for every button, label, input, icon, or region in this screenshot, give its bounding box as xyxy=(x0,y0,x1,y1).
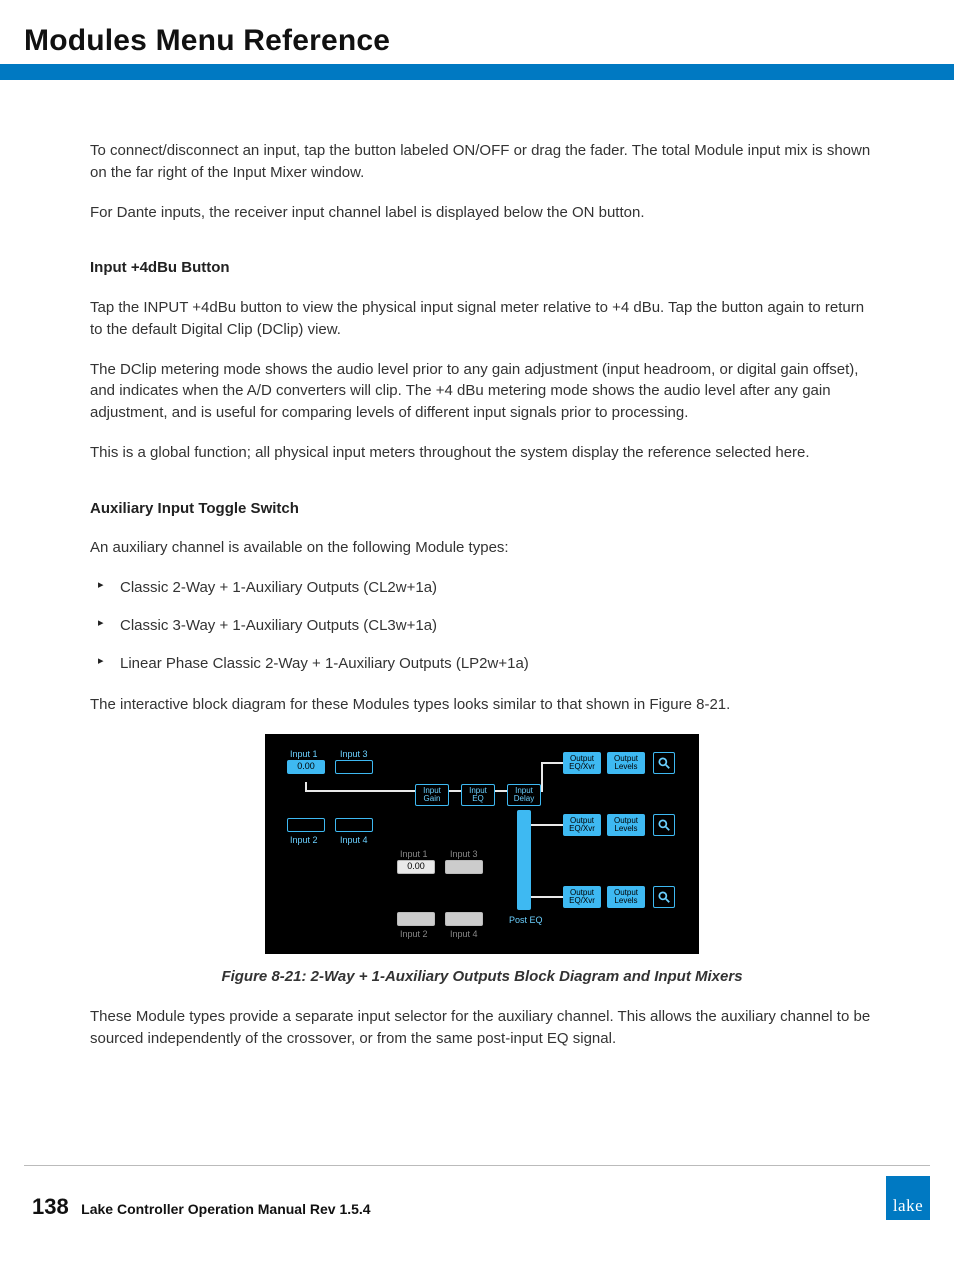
page-body: To connect/disconnect an input, tap the … xyxy=(0,80,954,1049)
magnify-icon xyxy=(653,886,675,908)
paragraph: The DClip metering mode shows the audio … xyxy=(90,359,874,424)
diagram-block-input1: 0.00 xyxy=(287,760,325,774)
bullet-list: Classic 2-Way + 1-Auxiliary Outputs (CL2… xyxy=(90,577,874,674)
lake-logo: lake xyxy=(886,1176,930,1220)
diagram-block-output-eq: Output EQ/Xvr xyxy=(563,752,601,774)
paragraph: These Module types provide a separate in… xyxy=(90,1006,874,1050)
paragraph: Tap the INPUT +4dBu button to view the p… xyxy=(90,297,874,341)
paragraph: An auxiliary channel is available on the… xyxy=(90,537,874,559)
list-item: Classic 3-Way + 1-Auxiliary Outputs (CL3… xyxy=(120,615,874,637)
paragraph: For Dante inputs, the receiver input cha… xyxy=(90,202,874,224)
diagram-block-output-levels: Output Levels xyxy=(607,814,645,836)
diagram-block-aux-input2 xyxy=(397,912,435,926)
magnify-icon xyxy=(653,752,675,774)
diagram-block-input3 xyxy=(335,760,373,774)
diagram-block-output-eq: Output EQ/Xvr xyxy=(563,814,601,836)
diagram-label: Input 4 xyxy=(450,928,478,941)
diagram-block-input2 xyxy=(287,818,325,832)
paragraph: This is a global function; all physical … xyxy=(90,442,874,464)
diagram-block-bus xyxy=(517,810,531,910)
manual-title: Lake Controller Operation Manual Rev 1.5… xyxy=(81,1201,370,1217)
diagram-block-output-eq: Output EQ/Xvr xyxy=(563,886,601,908)
diagram-block-aux-input1: 0.00 xyxy=(397,860,435,874)
header-accent-bar xyxy=(0,64,954,80)
footer-rule xyxy=(24,1165,930,1166)
diagram-block-input-delay: Input Delay xyxy=(507,784,541,806)
block-diagram: Input 1 Input 3 0.00 Input 2 Input 4 Inp… xyxy=(265,734,699,954)
figure: Input 1 Input 3 0.00 Input 2 Input 4 Inp… xyxy=(90,734,874,988)
page-title: Modules Menu Reference xyxy=(24,24,930,58)
list-item: Classic 2-Way + 1-Auxiliary Outputs (CL2… xyxy=(120,577,874,599)
diagram-block-input-eq: Input EQ xyxy=(461,784,495,806)
page-footer: 138 Lake Controller Operation Manual Rev… xyxy=(0,1165,954,1220)
diagram-block-input4 xyxy=(335,818,373,832)
magnify-icon xyxy=(653,814,675,836)
diagram-label: Input 4 xyxy=(340,834,368,847)
logo-text: lake xyxy=(893,1196,923,1216)
diagram-block-aux-input3 xyxy=(445,860,483,874)
figure-caption: Figure 8-21: 2-Way + 1-Auxiliary Outputs… xyxy=(90,966,874,988)
section-heading: Input +4dBu Button xyxy=(90,257,874,279)
diagram-block-input-gain: Input Gain xyxy=(415,784,449,806)
diagram-block-aux-input4 xyxy=(445,912,483,926)
list-item: Linear Phase Classic 2-Way + 1-Auxiliary… xyxy=(120,653,874,675)
section-heading: Auxiliary Input Toggle Switch xyxy=(90,498,874,520)
diagram-block-output-levels: Output Levels xyxy=(607,752,645,774)
diagram-block-output-levels: Output Levels xyxy=(607,886,645,908)
diagram-label: Input 2 xyxy=(400,928,428,941)
paragraph: The interactive block diagram for these … xyxy=(90,694,874,716)
diagram-label: Input 2 xyxy=(290,834,318,847)
paragraph: To connect/disconnect an input, tap the … xyxy=(90,140,874,184)
diagram-label: Post EQ xyxy=(509,914,543,927)
page-number: 138 xyxy=(32,1194,69,1219)
